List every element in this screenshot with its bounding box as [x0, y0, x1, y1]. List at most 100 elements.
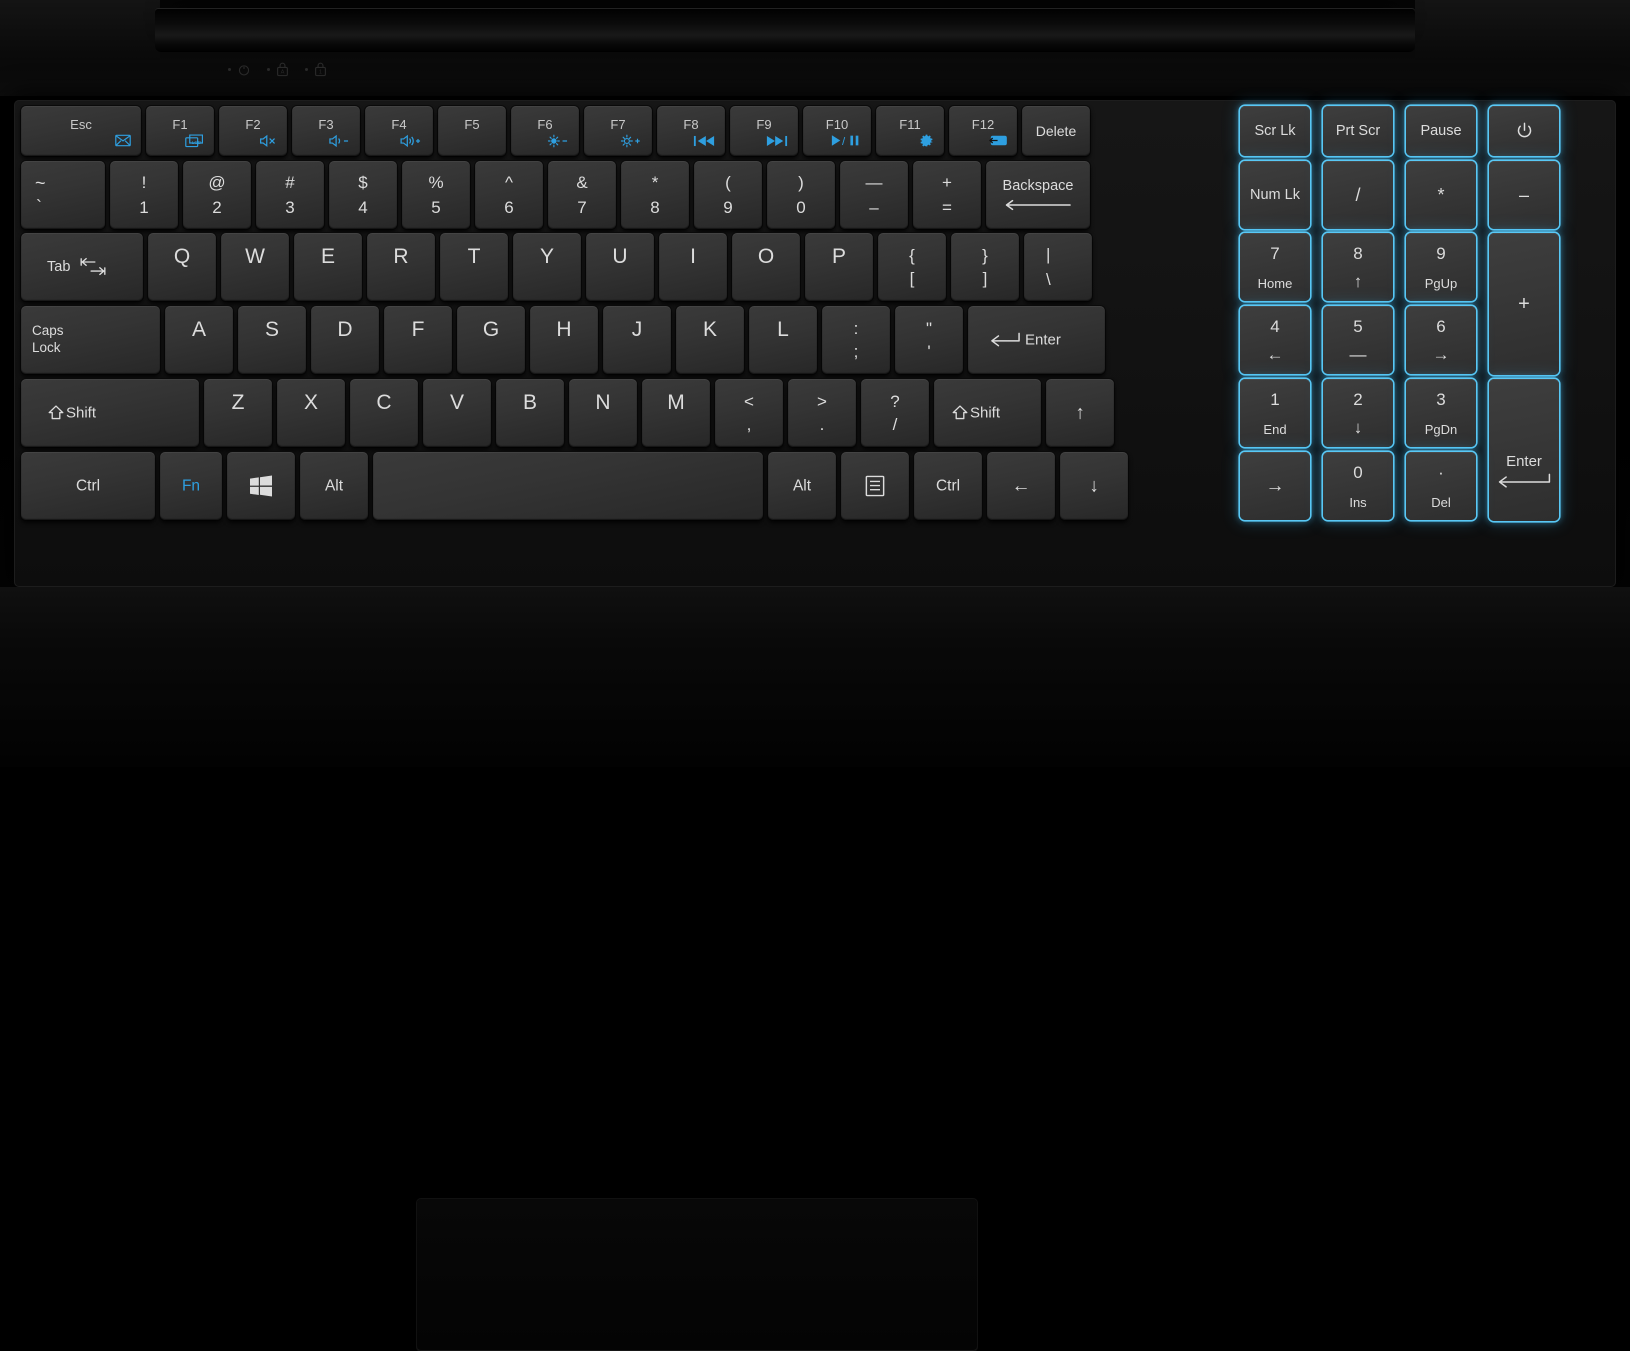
key-9[interactable]: (9	[694, 161, 762, 229]
key-f3[interactable]: F3	[292, 106, 360, 156]
key-backspace[interactable]: Backspace	[986, 161, 1090, 229]
key-j[interactable]: J	[603, 306, 671, 374]
key-delete[interactable]: Delete	[1022, 106, 1090, 156]
key-f9[interactable]: F9	[730, 106, 798, 156]
key-v[interactable]: V	[423, 379, 491, 447]
key-arrowdown[interactable]: ↓	[1060, 452, 1128, 520]
key-npenter[interactable]: Enter	[1489, 379, 1559, 521]
key-rctrl[interactable]: Ctrl	[914, 452, 982, 520]
key-c[interactable]: C	[350, 379, 418, 447]
key-npadd[interactable]: +	[1489, 233, 1559, 375]
key-period[interactable]: >.	[788, 379, 856, 447]
key-arrowup[interactable]: ↑	[1046, 379, 1114, 447]
key-i[interactable]: I	[659, 233, 727, 301]
key-p[interactable]: P	[805, 233, 873, 301]
key-np9[interactable]: 9 PgUp	[1406, 233, 1476, 301]
trackpad[interactable]	[417, 1199, 977, 1351]
key-npsub[interactable]: –	[1489, 161, 1559, 229]
key-lctrl[interactable]: Ctrl	[21, 452, 155, 520]
key-e[interactable]: E	[294, 233, 362, 301]
key-f6[interactable]: F6	[511, 106, 579, 156]
key-k[interactable]: K	[676, 306, 744, 374]
key-s[interactable]: S	[238, 306, 306, 374]
key-h[interactable]: H	[530, 306, 598, 374]
key-backslash[interactable]: | \	[1024, 233, 1092, 301]
key-f11[interactable]: F11	[876, 106, 944, 156]
key-g[interactable]: G	[457, 306, 525, 374]
key-np4[interactable]: 4 ←	[1240, 306, 1310, 374]
key-np8[interactable]: 8 ↑	[1323, 233, 1393, 301]
key-z[interactable]: Z	[204, 379, 272, 447]
key-4[interactable]: $4	[329, 161, 397, 229]
key-enter[interactable]: Enter	[968, 306, 1105, 374]
key-comma[interactable]: <,	[715, 379, 783, 447]
key-f[interactable]: F	[384, 306, 452, 374]
key-np7[interactable]: 7 Home	[1240, 233, 1310, 301]
key-t[interactable]: T	[440, 233, 508, 301]
key-np6[interactable]: 6 →	[1406, 306, 1476, 374]
key-1[interactable]: ! 1	[110, 161, 178, 229]
key-2[interactable]: @2	[183, 161, 251, 229]
key-backtick[interactable]: ~ `	[21, 161, 105, 229]
key-rbracket[interactable]: }]	[951, 233, 1019, 301]
key-win[interactable]	[227, 452, 295, 520]
key-f4[interactable]: F4	[365, 106, 433, 156]
key-quote[interactable]: " '	[895, 306, 963, 374]
key-np2[interactable]: 2 ↓	[1323, 379, 1393, 447]
key-n[interactable]: N	[569, 379, 637, 447]
key-pause[interactable]: Pause	[1406, 106, 1476, 156]
key-f12[interactable]: F12	[949, 106, 1017, 156]
key-8[interactable]: * 8	[621, 161, 689, 229]
key-numlk[interactable]: Num Lk	[1240, 161, 1310, 229]
key-space[interactable]	[373, 452, 763, 520]
key-f2[interactable]: F2	[219, 106, 287, 156]
key-prtscr[interactable]: Prt Scr	[1323, 106, 1393, 156]
key-l[interactable]: L	[749, 306, 817, 374]
key-0[interactable]: ) 0	[767, 161, 835, 229]
key-f5[interactable]: F5	[438, 106, 506, 156]
key-f7[interactable]: F7	[584, 106, 652, 156]
key-lshift[interactable]: Shift	[21, 379, 199, 447]
key-ralt[interactable]: Alt	[768, 452, 836, 520]
key-tab[interactable]: Tab	[21, 233, 143, 301]
key-b[interactable]: B	[496, 379, 564, 447]
key-rshift[interactable]: Shift	[934, 379, 1041, 447]
key-3[interactable]: #3	[256, 161, 324, 229]
key-arrowleft[interactable]: ←	[987, 452, 1055, 520]
key-y[interactable]: Y	[513, 233, 581, 301]
key-fn[interactable]: Fn	[160, 452, 222, 520]
key-slash[interactable]: ? /	[861, 379, 929, 447]
key-5[interactable]: % 5	[402, 161, 470, 229]
key-r[interactable]: R	[367, 233, 435, 301]
key-equals[interactable]: + =	[913, 161, 981, 229]
key-6[interactable]: ^ 6	[475, 161, 543, 229]
key-a[interactable]: A	[165, 306, 233, 374]
key-npmul[interactable]: *	[1406, 161, 1476, 229]
key-w[interactable]: W	[221, 233, 289, 301]
key-minus[interactable]: — –	[840, 161, 908, 229]
key-np3[interactable]: 3 PgDn	[1406, 379, 1476, 447]
key-lalt[interactable]: Alt	[300, 452, 368, 520]
key-nparrowright[interactable]: →	[1240, 452, 1310, 520]
key-power[interactable]	[1489, 106, 1559, 156]
key-np1[interactable]: 1 End	[1240, 379, 1310, 447]
key-o[interactable]: O	[732, 233, 800, 301]
key-npdot[interactable]: · Del	[1406, 452, 1476, 520]
key-menu[interactable]	[841, 452, 909, 520]
key-npdiv[interactable]: /	[1323, 161, 1393, 229]
key-capslock[interactable]: Caps Lock	[21, 306, 160, 374]
key-f8[interactable]: F8	[657, 106, 725, 156]
key-x[interactable]: X	[277, 379, 345, 447]
key-7[interactable]: & 7	[548, 161, 616, 229]
key-f1[interactable]: F1 LCD	[146, 106, 214, 156]
key-d[interactable]: D	[311, 306, 379, 374]
key-esc[interactable]: Esc	[21, 106, 141, 156]
key-lbracket[interactable]: {[	[878, 233, 946, 301]
key-f10[interactable]: F10 /	[803, 106, 871, 156]
key-m[interactable]: M	[642, 379, 710, 447]
key-q[interactable]: Q	[148, 233, 216, 301]
key-u[interactable]: U	[586, 233, 654, 301]
key-semicolon[interactable]: :;	[822, 306, 890, 374]
key-np5[interactable]: 5—	[1323, 306, 1393, 374]
key-np0[interactable]: 0 Ins	[1323, 452, 1393, 520]
